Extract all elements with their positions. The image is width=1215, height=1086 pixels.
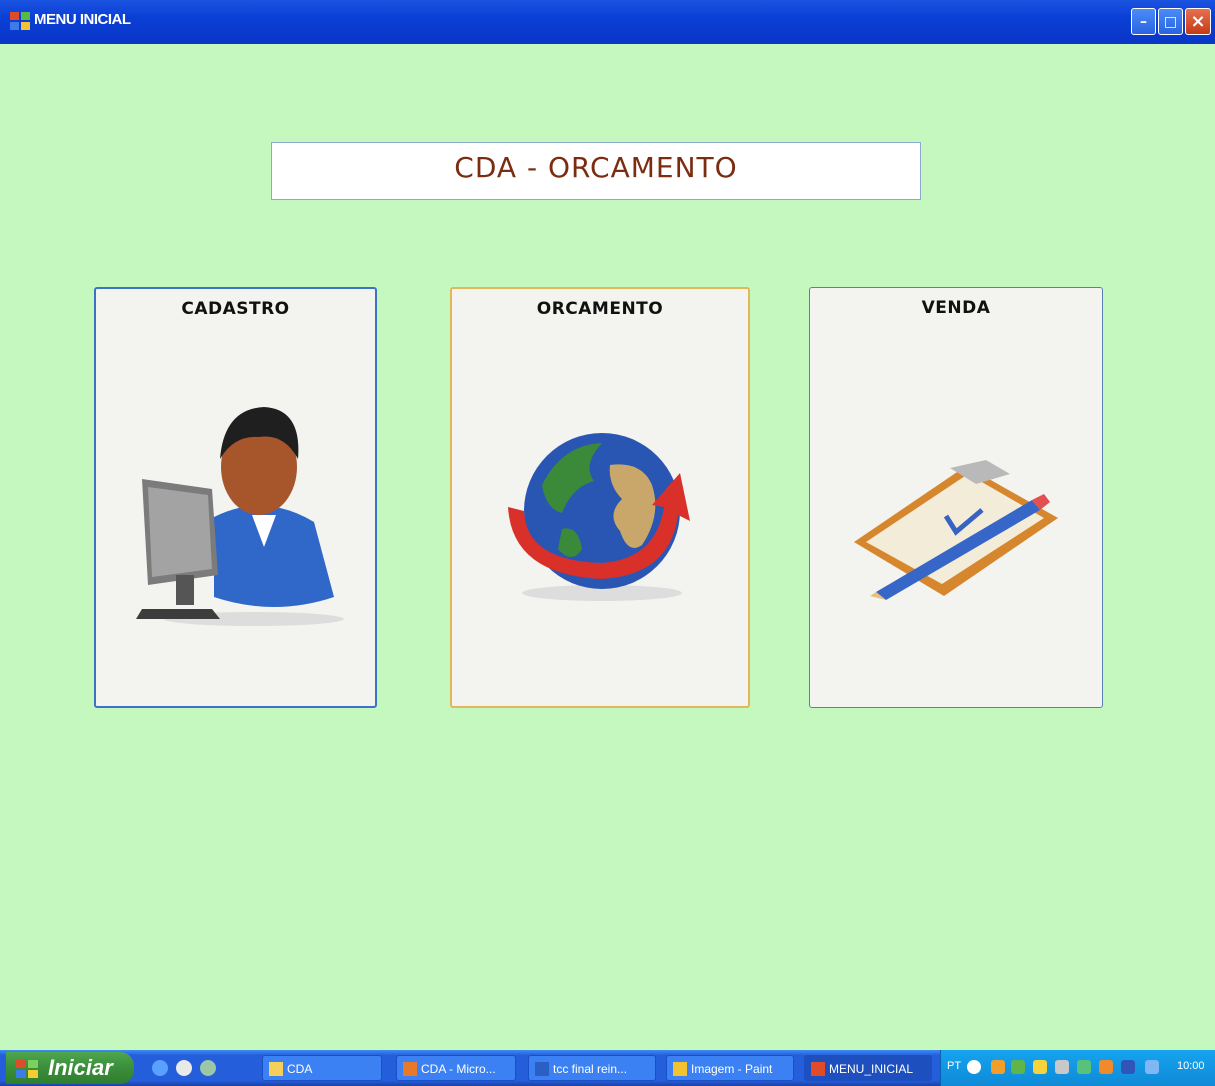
banner-title: CDA - ORCAMENTO bbox=[454, 151, 738, 184]
clock[interactable]: 10:00 bbox=[1177, 1060, 1205, 1072]
word-icon bbox=[535, 1062, 549, 1076]
user-computer-icon bbox=[136, 407, 344, 626]
tray-arrow-icon[interactable] bbox=[967, 1060, 981, 1074]
quicklaunch-network-icon[interactable] bbox=[200, 1060, 216, 1076]
tray-security-icon[interactable] bbox=[1099, 1060, 1113, 1074]
taskbar-item-label: MENU_INICIAL bbox=[829, 1062, 914, 1076]
venda-button[interactable]: VENDA bbox=[809, 287, 1103, 708]
cadastro-label: CADASTRO bbox=[181, 299, 290, 319]
taskbar-item-cda-folder[interactable]: CDA bbox=[262, 1055, 382, 1081]
tray-warning-icon[interactable] bbox=[1033, 1060, 1047, 1074]
globe-icon bbox=[508, 433, 690, 601]
taskbar-item-label: tcc final rein... bbox=[553, 1062, 628, 1076]
taskbar: Iniciar CDA CDA - Micro... tcc final rei… bbox=[0, 1050, 1215, 1086]
clipboard-icon bbox=[854, 460, 1058, 600]
tray-app-icon[interactable] bbox=[1121, 1060, 1135, 1074]
title-bar: MENU INICIAL – □ × bbox=[0, 0, 1215, 44]
cadastro-button[interactable]: CADASTRO bbox=[94, 287, 377, 708]
maximize-button[interactable]: □ bbox=[1158, 8, 1183, 35]
paint-icon bbox=[673, 1062, 687, 1076]
quicklaunch-browser-icon[interactable] bbox=[176, 1060, 192, 1076]
window-title: MENU INICIAL bbox=[34, 11, 131, 28]
quicklaunch-ie-icon[interactable] bbox=[152, 1060, 168, 1076]
minimize-button[interactable]: – bbox=[1131, 8, 1156, 35]
tray-network-icon[interactable] bbox=[1011, 1060, 1025, 1074]
taskbar-item-paint[interactable]: Imagem - Paint bbox=[666, 1055, 794, 1081]
close-button[interactable]: × bbox=[1185, 8, 1211, 35]
tray-messenger-icon[interactable] bbox=[1077, 1060, 1091, 1074]
taskbar-item-menu-inicial[interactable]: MENU_INICIAL bbox=[804, 1055, 932, 1081]
taskbar-item-label: CDA - Micro... bbox=[421, 1062, 496, 1076]
tray-volume-icon[interactable] bbox=[1055, 1060, 1069, 1074]
language-indicator[interactable]: PT bbox=[947, 1060, 961, 1072]
app-icon bbox=[10, 12, 30, 30]
start-label: Iniciar bbox=[48, 1055, 113, 1080]
start-button[interactable]: Iniciar bbox=[6, 1052, 134, 1084]
folder-icon bbox=[269, 1062, 283, 1076]
tray-monitor-icon[interactable] bbox=[1145, 1060, 1159, 1074]
taskbar-item-label: Imagem - Paint bbox=[691, 1062, 773, 1076]
tray-shield-icon[interactable] bbox=[991, 1060, 1005, 1074]
taskbar-item-word[interactable]: tcc final rein... bbox=[528, 1055, 656, 1081]
app-icon bbox=[403, 1062, 417, 1076]
app-icon bbox=[811, 1062, 825, 1076]
orcamento-button[interactable]: ORCAMENTO bbox=[450, 287, 750, 708]
app-banner: CDA - ORCAMENTO bbox=[271, 142, 921, 200]
taskbar-item-label: CDA bbox=[287, 1062, 313, 1076]
orcamento-label: ORCAMENTO bbox=[536, 299, 664, 319]
windows-flag-icon bbox=[16, 1060, 38, 1078]
taskbar-item-cda-micro[interactable]: CDA - Micro... bbox=[396, 1055, 516, 1081]
system-tray: PT 10:00 bbox=[940, 1050, 1215, 1086]
venda-label: VENDA bbox=[921, 298, 991, 318]
